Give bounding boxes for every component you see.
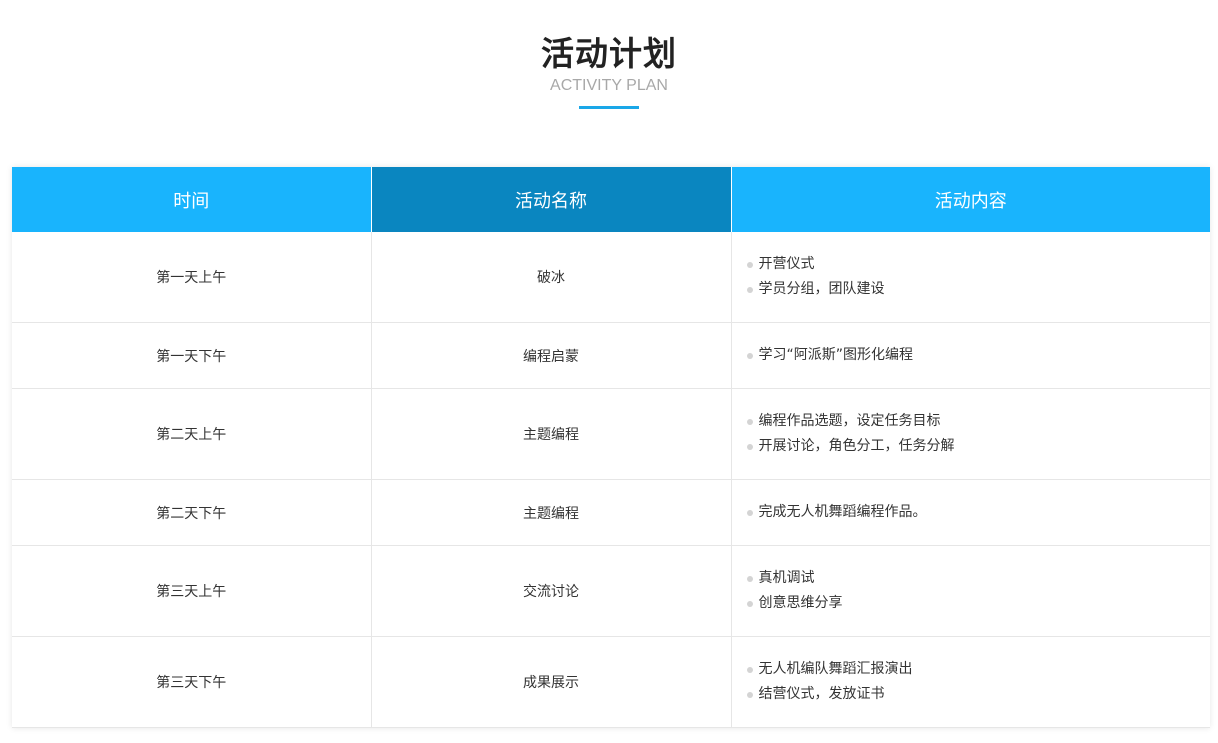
list-item: 完成无人机舞蹈编程作品。 [746, 500, 1211, 525]
list-item-text: 真机调试 [758, 570, 815, 586]
cell-time: 第二天下午 [12, 479, 372, 546]
list-item-text: 完成无人机舞蹈编程作品。 [758, 504, 927, 520]
activity-plan-table: 时间 活动名称 活动内容 第一天上午 破冰 开营仪式 学员分组，团队建设 第一天下午 编程… [12, 167, 1210, 728]
list-item: 学习“阿派斯”图形化编程 [746, 343, 1211, 368]
cell-activity-name: 交流讨论 [371, 545, 732, 637]
list-item-text: 开展讨论，角色分工，任务分解 [758, 438, 955, 454]
list-item-text: 创意思维分享 [758, 595, 843, 611]
table-row: 第一天上午 破冰 开营仪式 学员分组，团队建设 [12, 232, 1210, 323]
list-item-text: 结营仪式，发放证书 [758, 686, 885, 702]
page-subtitle: ACTIVITY PLAN [550, 77, 668, 94]
list-item: 创意思维分享 [746, 591, 1211, 616]
content-list: 学习“阿派斯”图形化编程 [746, 343, 1211, 368]
content-list: 开营仪式学员分组，团队建设 [746, 252, 1211, 302]
list-item: 真机调试 [746, 566, 1211, 591]
title-underline [579, 106, 639, 109]
page: 活动计划 ACTIVITY PLAN 时间 活动名称 活动内容 第一天上午 破冰开… [0, 0, 1218, 743]
table-row: 第三天上午 交流讨论 真机调试 创意思维分享 [12, 545, 1211, 637]
list-item-text: 开营仪式 [758, 256, 815, 272]
list-item: 编程作品选题，设定任务目标 [746, 409, 1211, 434]
bullet-dot-icon [746, 262, 753, 268]
bullet-dot-icon [746, 510, 753, 516]
bullet-dot-icon [746, 601, 753, 607]
cell-activity-name: 主题编程 [371, 388, 732, 480]
cell-activity-name: 成果展示 [371, 636, 732, 728]
list-item: 学员分组，团队建设 [746, 277, 1211, 302]
list-item: 无人机编队舞蹈汇报演出 [746, 657, 1211, 682]
cell-activity-content: 真机调试创意思维分享 [731, 545, 1211, 637]
cell-activity-content: 学习“阿派斯”图形化编程 [731, 322, 1211, 389]
list-item-text: 学习“阿派斯”图形化编程 [758, 347, 914, 363]
activity-plan-table-wrapper: 时间 活动名称 活动内容 第一天上午 破冰 开营仪式 学员分组，团队建设 第一天下午 编程… [12, 167, 1210, 728]
list-item: 开展讨论，角色分工，任务分解 [746, 434, 1211, 459]
list-item-text: 学员分组，团队建设 [758, 281, 885, 297]
cell-activity-content: 无人机编队舞蹈汇报演出 结营仪式，发放证书 [731, 636, 1211, 728]
bullet-dot-icon [746, 419, 753, 425]
table-row: 第二天上午 主题编程 编程作品选题，设定任务目标 开展讨论，角色分工，任务分解 [12, 388, 1211, 480]
bullet-dot-icon [746, 576, 753, 582]
header-activity-content: 活动内容 [731, 167, 1210, 232]
cell-time: 第二天上午 [12, 388, 372, 480]
bullet-dot-icon [746, 667, 753, 673]
list-item: 开营仪式 [746, 252, 1211, 277]
cell-time: 第一天下午 [12, 322, 372, 389]
content-list: 无人机编队舞蹈汇报演出 结营仪式，发放证书 [746, 657, 1211, 707]
cell-activity-name: 破冰 [371, 232, 732, 323]
cell-time: 第三天下午 [12, 636, 372, 728]
content-list: 完成无人机舞蹈编程作品。 [746, 500, 1211, 525]
header-time: 时间 [12, 167, 372, 232]
list-item-text: 编程作品选题，设定任务目标 [758, 413, 941, 429]
cell-time: 第一天上午 [12, 232, 372, 323]
table-row: 第一天下午 编程启蒙 学习“阿派斯”图形化编程 [12, 322, 1211, 389]
list-item-text: 无人机编队舞蹈汇报演出 [758, 661, 913, 677]
content-list: 真机调试创意思维分享 [746, 566, 1211, 616]
cell-activity-content: 开营仪式学员分组，团队建设 [731, 232, 1210, 323]
page-title: 活动计划 [541, 34, 677, 73]
cell-activity-content: 编程作品选题，设定任务目标 开展讨论，角色分工，任务分解 [731, 388, 1211, 480]
table-row: 第三天下午 成果展示 无人机编队舞蹈汇报演出 结营仪式，发放证书 [12, 636, 1211, 728]
cell-time: 第三天上午 [12, 545, 372, 637]
bullet-dot-icon [746, 353, 753, 359]
header-activity-name: 活动名称 [371, 167, 732, 232]
content-list: 编程作品选题，设定任务目标 开展讨论，角色分工，任务分解 [746, 409, 1211, 459]
cell-activity-name: 编程启蒙 [371, 322, 732, 389]
table-header-row: 时间 活动名称 活动内容 [12, 167, 1210, 232]
cell-activity-name: 主题编程 [371, 479, 732, 546]
bullet-dot-icon [746, 692, 753, 698]
list-item: 结营仪式，发放证书 [746, 682, 1211, 707]
table-row: 第二天下午 主题编程 完成无人机舞蹈编程作品。 [12, 479, 1211, 546]
section-heading: 活动计划 ACTIVITY PLAN [0, 32, 1218, 109]
cell-activity-content: 完成无人机舞蹈编程作品。 [731, 479, 1211, 546]
bullet-dot-icon [746, 287, 753, 293]
bullet-dot-icon [746, 444, 753, 450]
